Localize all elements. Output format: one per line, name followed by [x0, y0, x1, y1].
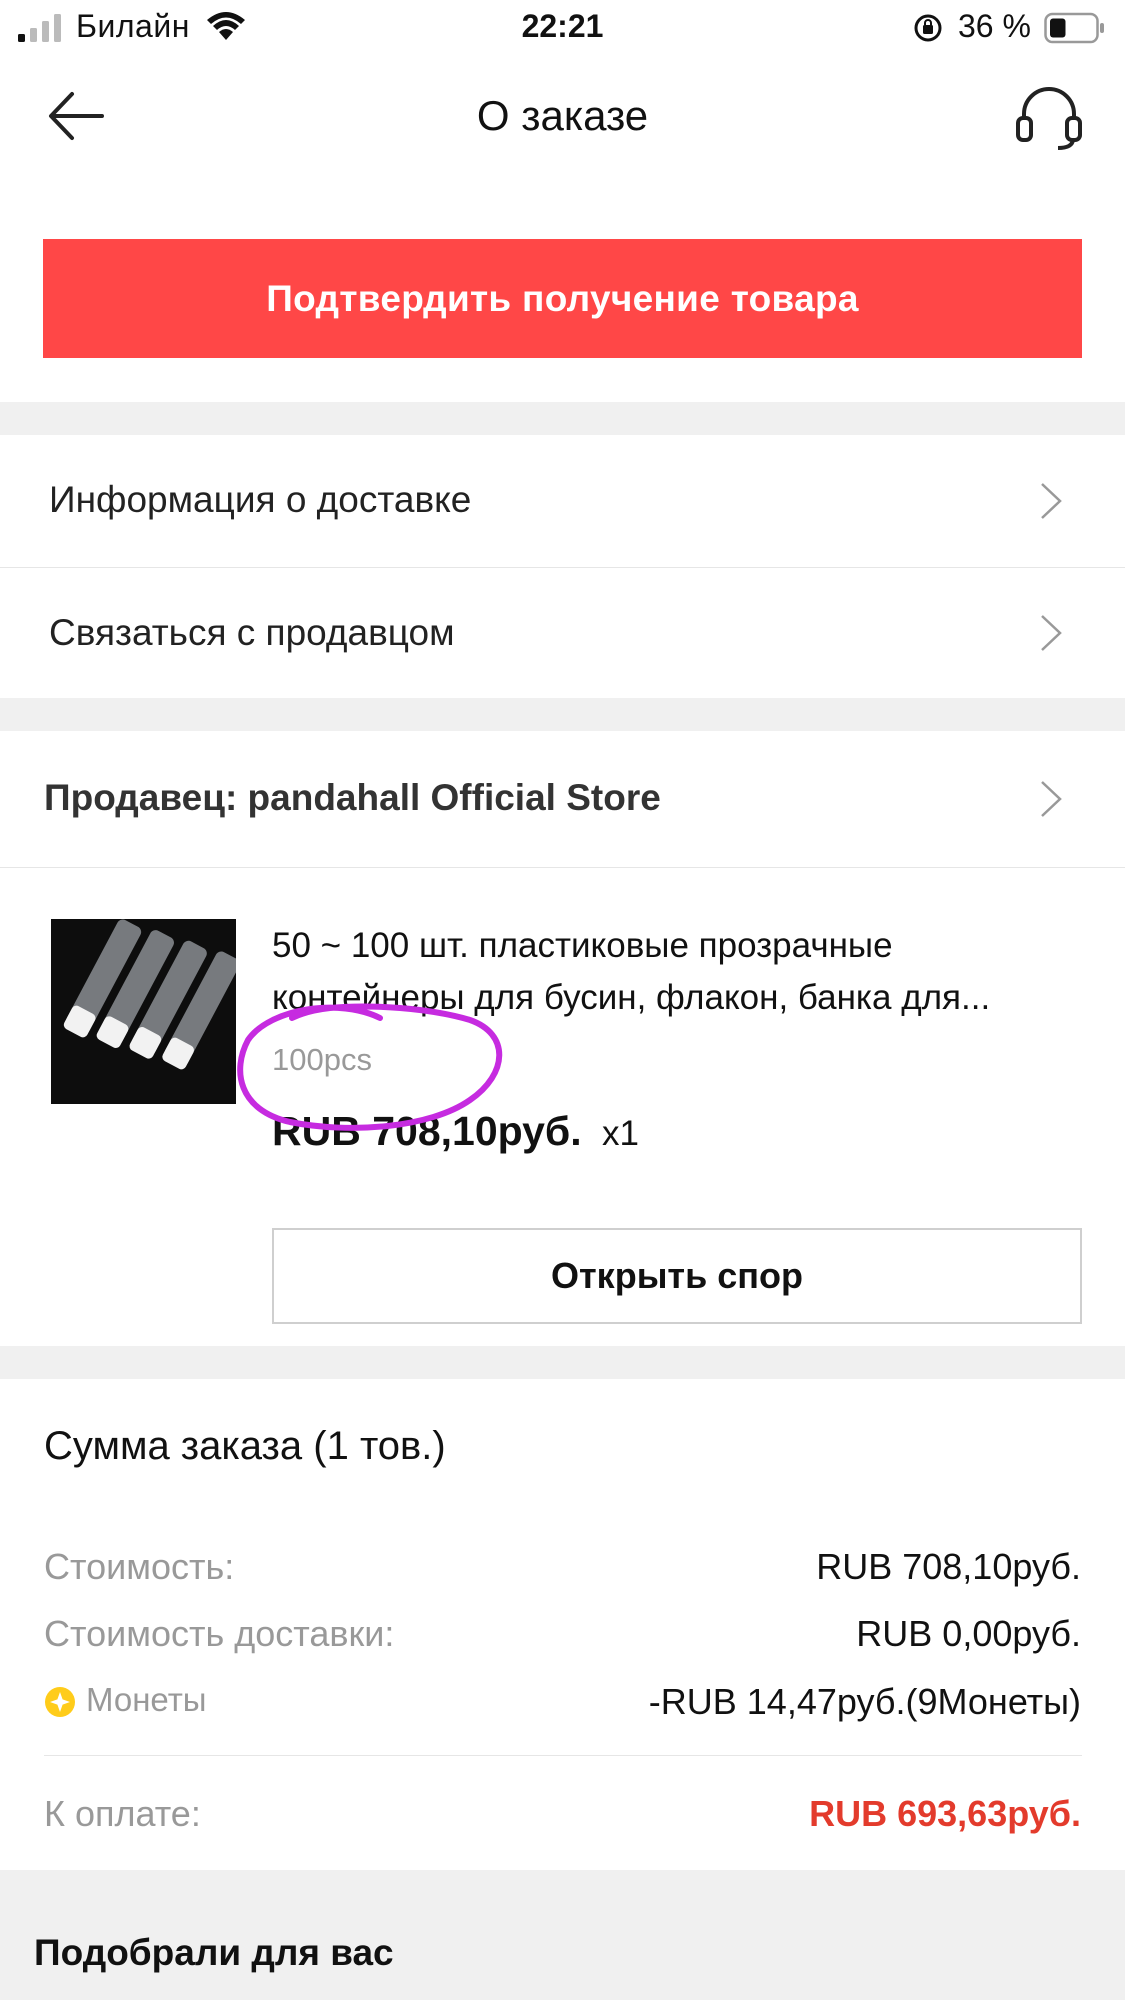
rotation-lock-icon: [914, 14, 942, 42]
section-gap: [0, 698, 1125, 731]
seller-row[interactable]: Продавец: pandahall Official Store: [0, 731, 1125, 867]
product-thumbnail[interactable]: [51, 919, 236, 1104]
shipping-label: Стоимость доставки:: [44, 1613, 395, 1654]
chevron-right-icon: [1041, 615, 1062, 651]
product-variant: 100pcs: [272, 1042, 372, 1077]
chevron-right-icon: [1041, 483, 1062, 519]
delivery-info-row[interactable]: Информация о доставке: [0, 435, 1125, 568]
battery-percent: 36 %: [958, 8, 1031, 44]
cost-value: RUB 708,10руб.: [816, 1546, 1081, 1587]
navigation-bar: О заказе: [0, 58, 1125, 174]
contact-seller-label: Связаться с продавцом: [49, 612, 455, 653]
open-dispute-button[interactable]: Открыть спор: [272, 1228, 1082, 1324]
total-value: RUB 693,63руб.: [809, 1793, 1081, 1834]
delivery-info-label: Информация о доставке: [49, 479, 472, 520]
clock: 22:21: [521, 8, 604, 44]
chevron-right-icon: [1041, 781, 1062, 817]
total-label: К оплате:: [44, 1793, 201, 1834]
product-price: RUB 708,10руб.: [272, 1108, 582, 1154]
headset-support-icon[interactable]: [1014, 86, 1084, 150]
battery-icon: [1044, 12, 1104, 44]
cost-label: Стоимость:: [44, 1546, 235, 1587]
plastic-tubes-image: [51, 919, 236, 1104]
section-gap: [0, 402, 1125, 435]
contact-seller-row[interactable]: Связаться с продавцом: [0, 568, 1125, 698]
coin-icon: [45, 1687, 75, 1717]
status-bar: Билайн 22:21 36 %: [0, 0, 1125, 58]
product-title[interactable]: 50 ~ 100 шт. пластиковые прозрачные конт…: [272, 920, 1082, 1024]
shipping-value: RUB 0,00руб.: [856, 1613, 1081, 1654]
confirm-receipt-button[interactable]: Подтвердить получение товара: [43, 239, 1082, 358]
product-quantity: x1: [602, 1114, 639, 1153]
divider: [0, 867, 1125, 868]
coins-value: -RUB 14,47руб.(9Монеты): [648, 1681, 1081, 1722]
seller-name: Продавец: pandahall Official Store: [44, 777, 661, 818]
page-title: О заказе: [476, 92, 649, 139]
coins-label: Монеты: [86, 1681, 207, 1718]
order-summary-title: Сумма заказа (1 тов.): [44, 1424, 446, 1468]
section-gap: [0, 1346, 1125, 1379]
recommendations-title: Подобрали для вас: [34, 1932, 394, 1973]
divider: [44, 1755, 1082, 1756]
